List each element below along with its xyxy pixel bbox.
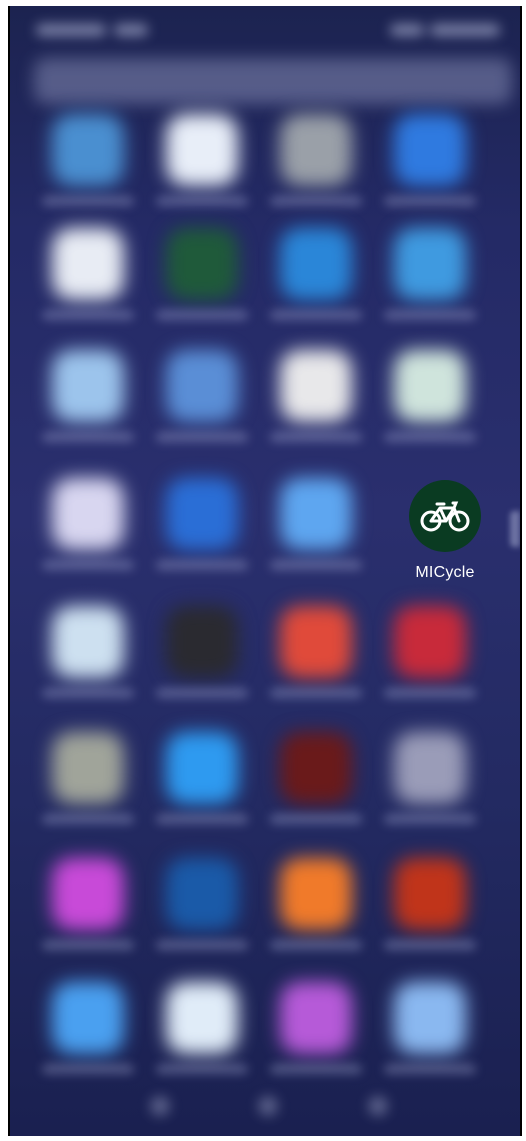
app-label <box>156 814 248 824</box>
app-label <box>384 688 476 698</box>
app-label <box>384 432 476 442</box>
bicycle-icon <box>420 501 470 532</box>
app-icon <box>52 114 124 186</box>
app-icon-blurred[interactable] <box>374 858 484 978</box>
app-icon-blurred[interactable] <box>32 732 142 852</box>
app-label <box>384 1064 476 1074</box>
app-label <box>42 940 134 950</box>
app-icon-blurred[interactable] <box>374 114 484 234</box>
app-icon-blurred[interactable] <box>146 114 256 234</box>
app-icon <box>280 478 352 550</box>
app-icon <box>52 350 124 422</box>
navigation-bar <box>10 1076 520 1136</box>
side-panel-handle[interactable] <box>510 511 520 547</box>
app-label <box>270 310 362 320</box>
app-icon-blurred[interactable] <box>146 228 256 348</box>
app-icon <box>280 982 352 1054</box>
app-icon <box>394 732 466 804</box>
app-icon <box>166 606 238 678</box>
app-label <box>156 196 248 206</box>
app-icon-blurred[interactable] <box>146 858 256 978</box>
app-icon <box>52 478 124 550</box>
app-icon <box>280 114 352 186</box>
app-icon <box>52 858 124 930</box>
phone-screen: MICycle <box>8 6 522 1136</box>
app-icon <box>52 732 124 804</box>
app-label <box>42 196 134 206</box>
app-icon <box>166 114 238 186</box>
app-icon <box>166 478 238 550</box>
app-label <box>270 814 362 824</box>
app-icon <box>166 732 238 804</box>
app-icon-blurred[interactable] <box>32 478 142 598</box>
app-icon-blurred[interactable] <box>32 114 142 234</box>
app-icon <box>280 228 352 300</box>
app-label <box>156 940 248 950</box>
app-icon <box>394 606 466 678</box>
app-icon-blurred[interactable] <box>32 350 142 470</box>
micycle-app-icon <box>409 480 481 552</box>
app-icon-blurred[interactable] <box>260 228 370 348</box>
app-label <box>42 310 134 320</box>
app-icon <box>52 982 124 1054</box>
app-label <box>270 688 362 698</box>
app-icon-blurred[interactable] <box>374 732 484 852</box>
app-icon <box>394 350 466 422</box>
app-icon-blurred[interactable] <box>374 350 484 470</box>
app-micycle[interactable]: MICycle <box>392 480 502 590</box>
app-icon <box>166 858 238 930</box>
app-label <box>42 432 134 442</box>
app-icon-blurred[interactable] <box>32 858 142 978</box>
app-icon-blurred[interactable] <box>260 858 370 978</box>
app-icon-blurred[interactable] <box>260 350 370 470</box>
app-label <box>270 196 362 206</box>
app-icon <box>280 350 352 422</box>
app-icon <box>166 350 238 422</box>
app-icon-blurred[interactable] <box>146 606 256 726</box>
recents-button[interactable] <box>368 1096 388 1116</box>
app-label <box>42 1064 134 1074</box>
app-icon <box>52 228 124 300</box>
app-icon-blurred[interactable] <box>146 478 256 598</box>
app-label <box>270 432 362 442</box>
app-icon-blurred[interactable] <box>260 114 370 234</box>
app-icon-blurred[interactable] <box>146 732 256 852</box>
app-icon <box>280 732 352 804</box>
app-label <box>270 560 362 570</box>
app-icon-blurred[interactable] <box>32 228 142 348</box>
app-label <box>384 814 476 824</box>
app-label <box>384 310 476 320</box>
app-label <box>156 310 248 320</box>
app-icon <box>394 114 466 186</box>
app-icon-blurred[interactable] <box>146 350 256 470</box>
app-label <box>384 196 476 206</box>
app-label <box>42 814 134 824</box>
app-icon <box>394 982 466 1054</box>
app-icon <box>280 606 352 678</box>
back-button[interactable] <box>150 1096 170 1116</box>
micycle-app-label: MICycle <box>415 564 475 581</box>
app-icon-blurred[interactable] <box>260 606 370 726</box>
app-label <box>42 688 134 698</box>
app-icon-blurred[interactable] <box>260 478 370 598</box>
app-label <box>384 940 476 950</box>
app-icon <box>394 858 466 930</box>
app-icon <box>166 228 238 300</box>
home-button[interactable] <box>258 1096 278 1116</box>
app-label <box>156 688 248 698</box>
app-label <box>156 560 248 570</box>
app-icon <box>166 982 238 1054</box>
app-icon <box>394 228 466 300</box>
app-icon-blurred[interactable] <box>374 606 484 726</box>
app-icon-blurred[interactable] <box>32 606 142 726</box>
app-label <box>270 940 362 950</box>
app-label <box>156 432 248 442</box>
app-label <box>270 1064 362 1074</box>
app-icon <box>280 858 352 930</box>
app-icon <box>52 606 124 678</box>
app-label <box>42 560 134 570</box>
app-icon-blurred[interactable] <box>260 732 370 852</box>
app-label <box>156 1064 248 1074</box>
app-icon-blurred[interactable] <box>374 228 484 348</box>
